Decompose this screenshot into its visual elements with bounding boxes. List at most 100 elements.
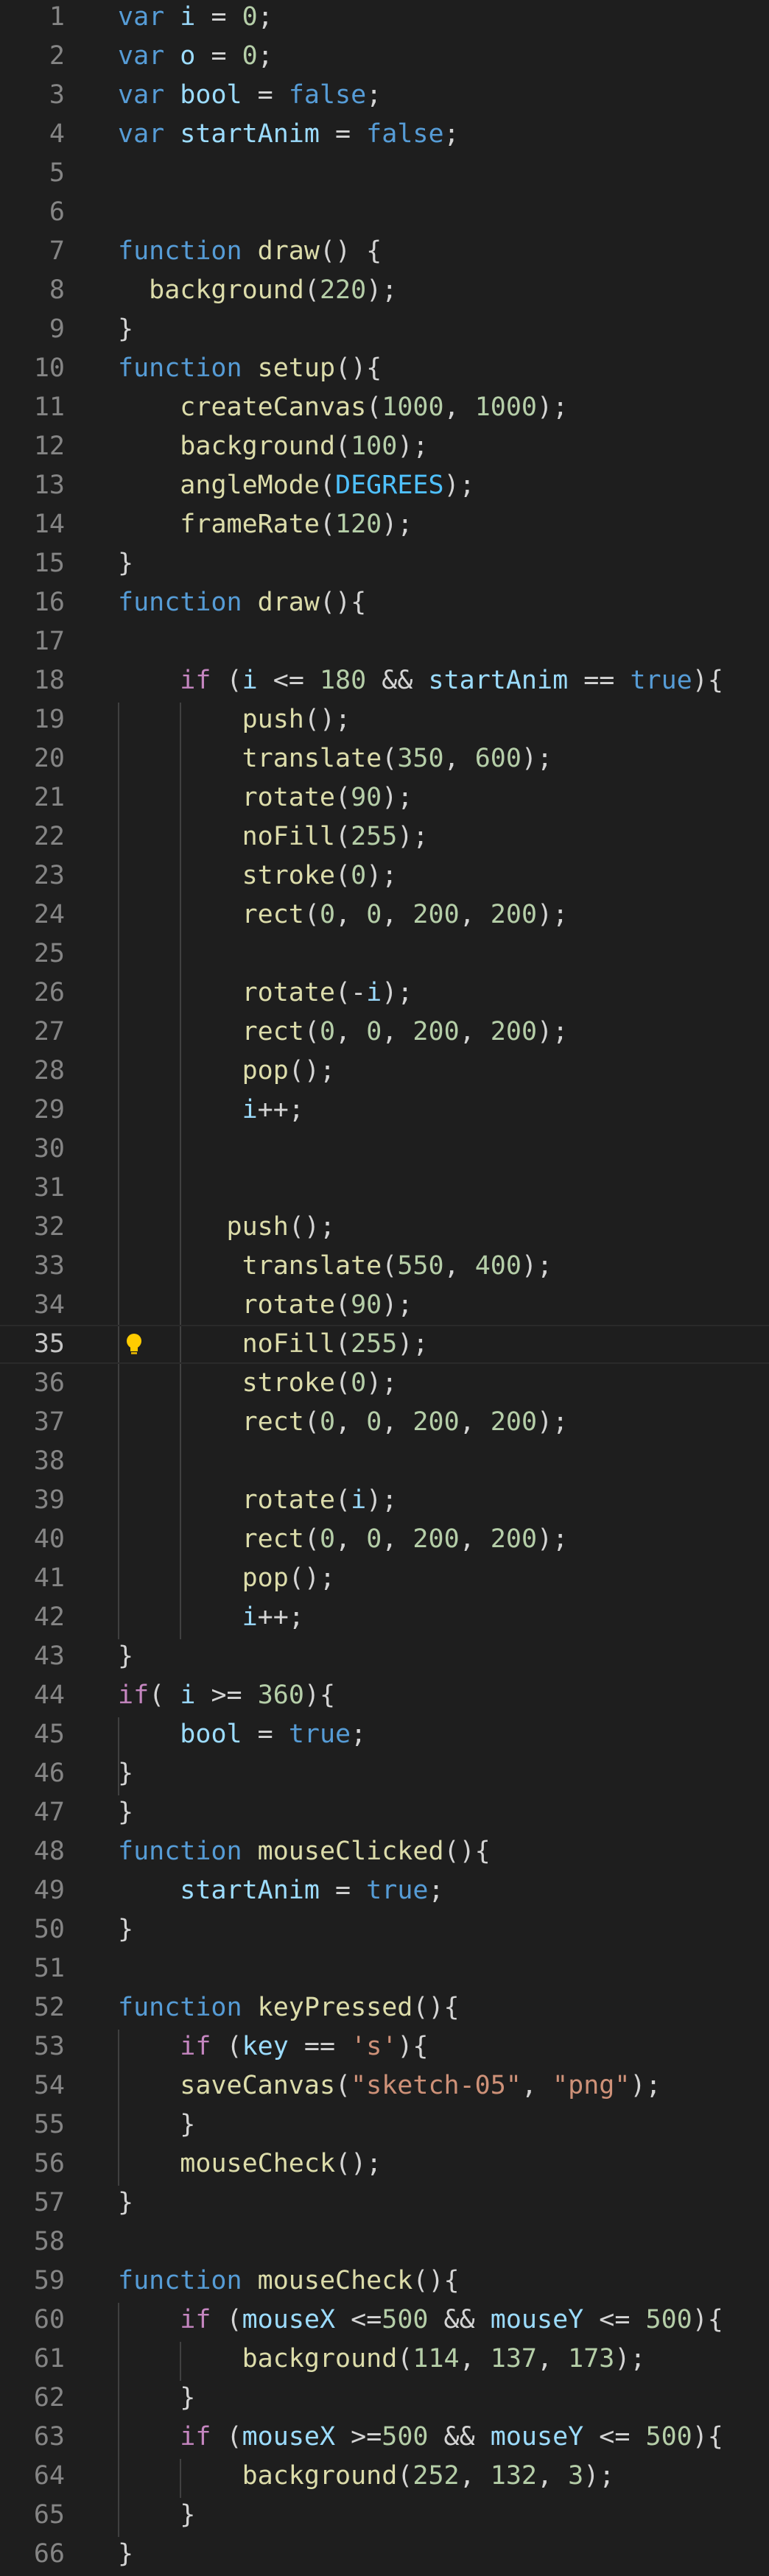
code-line[interactable]: 55 } bbox=[0, 2105, 769, 2144]
code-line[interactable]: 6 bbox=[0, 193, 769, 232]
code-token: } bbox=[118, 2188, 134, 2217]
line-number: 50 bbox=[33, 1915, 65, 1944]
code-token: (){ bbox=[443, 1837, 491, 1866]
line-number: 61 bbox=[33, 2344, 65, 2373]
code-line[interactable]: 14 frameRate(120); bbox=[0, 505, 769, 544]
code-line[interactable]: 16 function draw(){ bbox=[0, 583, 769, 622]
code-text: noFill(255); bbox=[118, 817, 429, 856]
code-line[interactable]: 9} bbox=[0, 310, 769, 349]
code-line[interactable]: 7 function draw() { bbox=[0, 232, 769, 271]
code-token: <= bbox=[335, 2305, 382, 2334]
code-text: stroke(0); bbox=[118, 1364, 398, 1403]
code-line[interactable]: 52 function keyPressed(){ bbox=[0, 1988, 769, 2027]
code-token: angleMode bbox=[180, 471, 320, 500]
code-token: keyPressed bbox=[257, 1993, 413, 2022]
code-line[interactable]: 34 rotate(90); bbox=[0, 1286, 769, 1325]
code-line[interactable]: 4 var startAnim = false; bbox=[0, 115, 769, 154]
code-line[interactable]: 8 background(220); bbox=[0, 271, 769, 310]
code-token: } bbox=[118, 1759, 134, 1788]
code-line[interactable]: 49 startAnim = true; bbox=[0, 1871, 769, 1910]
code-token: startAnim bbox=[428, 666, 569, 695]
code-line[interactable]: 61 background(114, 137, 173); bbox=[0, 2340, 769, 2379]
code-line[interactable]: 48 function mouseClicked(){ bbox=[0, 1832, 769, 1871]
code-line[interactable]: 32 push(); bbox=[0, 1208, 769, 1247]
code-token: ( bbox=[211, 2422, 242, 2452]
code-line[interactable]: 59 function mouseCheck(){ bbox=[0, 2262, 769, 2301]
code-line[interactable]: 45 bool = true; bbox=[0, 1715, 769, 1754]
code-token: 0 bbox=[319, 900, 336, 929]
code-token: background bbox=[149, 275, 304, 305]
line-number: 9 bbox=[49, 314, 65, 344]
code-line[interactable]: 39 rotate(i); bbox=[0, 1481, 769, 1520]
code-line[interactable]: 13 angleMode(DEGREES); bbox=[0, 466, 769, 505]
code-line[interactable]: 62 } bbox=[0, 2379, 769, 2418]
lightbulb-icon[interactable] bbox=[122, 1332, 146, 1357]
code-line[interactable]: 47} bbox=[0, 1793, 769, 1832]
code-line[interactable]: 65 } bbox=[0, 2496, 769, 2535]
code-token: mouseY bbox=[490, 2305, 584, 2334]
code-line[interactable]: 63 if (mouseX >=500 && mouseY <= 500){ bbox=[0, 2418, 769, 2457]
code-token: 1000 bbox=[474, 393, 537, 422]
code-line[interactable]: 44 if( i >= 360){ bbox=[0, 1676, 769, 1715]
code-line[interactable]: 37 rect(0, 0, 200, 200); bbox=[0, 1403, 769, 1442]
code-line[interactable]: 24 rect(0, 0, 200, 200); bbox=[0, 895, 769, 935]
code-line[interactable]: 17 bbox=[0, 622, 769, 661]
code-line[interactable]: 53 if (key == 's'){ bbox=[0, 2027, 769, 2066]
code-line[interactable]: 26 rotate(-i); bbox=[0, 974, 769, 1013]
code-line[interactable]: 25 bbox=[0, 935, 769, 974]
code-line[interactable]: 5 bbox=[0, 154, 769, 193]
line-number: 16 bbox=[33, 588, 65, 617]
code-line[interactable]: 66} bbox=[0, 2535, 769, 2574]
code-line[interactable]: 31 bbox=[0, 1169, 769, 1208]
code-line[interactable]: 22 noFill(255); bbox=[0, 817, 769, 856]
code-line[interactable]: 60 if (mouseX <=500 && mouseY <= 500){ bbox=[0, 2301, 769, 2340]
code-editor[interactable]: 1 var i = 0; 2 var o = 0; 3 var bool = false;… bbox=[0, 0, 769, 2576]
code-line[interactable]: 38 bbox=[0, 1442, 769, 1481]
code-line[interactable]: 15} bbox=[0, 544, 769, 583]
code-text: rotate(-i); bbox=[118, 974, 413, 1013]
code-line[interactable]: 64 background(252, 132, 3); bbox=[0, 2457, 769, 2496]
code-line[interactable]: 56 mouseCheck(); bbox=[0, 2144, 769, 2183]
code-line[interactable]: 23 stroke(0); bbox=[0, 856, 769, 895]
code-token: ); bbox=[583, 2461, 615, 2491]
code-line[interactable]: 42 i++; bbox=[0, 1598, 769, 1637]
code-token: ( bbox=[303, 900, 320, 929]
code-line[interactable]: 41 pop(); bbox=[0, 1559, 769, 1598]
code-line[interactable]: 3 var bool = false; bbox=[0, 76, 769, 115]
code-line[interactable]: 11 createCanvas(1000, 1000); bbox=[0, 388, 769, 427]
code-line[interactable]: 51 bbox=[0, 1949, 769, 1988]
code-line[interactable]: 30 bbox=[0, 1130, 769, 1169]
code-line[interactable]: 36 stroke(0); bbox=[0, 1364, 769, 1403]
code-line[interactable]: 54 saveCanvas("sketch-05", "png"); bbox=[0, 2066, 769, 2105]
code-line[interactable]: 35 noFill(255); bbox=[0, 1325, 769, 1364]
code-token: = bbox=[195, 41, 242, 71]
code-line[interactable]: 12 background(100); bbox=[0, 427, 769, 466]
code-line[interactable]: 46} bbox=[0, 1754, 769, 1793]
code-line[interactable]: 10 function setup(){ bbox=[0, 349, 769, 388]
code-token: mouseX bbox=[242, 2305, 336, 2334]
line-number: 31 bbox=[33, 1173, 65, 1203]
code-line[interactable]: 28 pop(); bbox=[0, 1052, 769, 1091]
code-line[interactable]: 50} bbox=[0, 1910, 769, 1949]
code-line[interactable]: 2 var o = 0; bbox=[0, 37, 769, 76]
code-line[interactable]: 58 bbox=[0, 2223, 769, 2262]
code-line[interactable]: 33 translate(550, 400); bbox=[0, 1247, 769, 1286]
line-number: 22 bbox=[33, 822, 65, 851]
code-token: 120 bbox=[335, 510, 382, 539]
code-line[interactable]: 40 rect(0, 0, 200, 200); bbox=[0, 1520, 769, 1559]
code-token: pop bbox=[242, 1056, 289, 1085]
code-line[interactable]: 18 if (i <= 180 && startAnim == true){ bbox=[0, 661, 769, 700]
code-line[interactable]: 1 var i = 0; bbox=[0, 0, 769, 37]
code-line[interactable]: 27 rect(0, 0, 200, 200); bbox=[0, 1013, 769, 1052]
code-line[interactable]: 57} bbox=[0, 2183, 769, 2223]
code-line[interactable]: 21 rotate(90); bbox=[0, 778, 769, 817]
code-line[interactable]: 29 i++; bbox=[0, 1091, 769, 1130]
code-line[interactable]: 19 push(); bbox=[0, 700, 769, 739]
code-text: mouseCheck(); bbox=[118, 2144, 382, 2183]
code-token: background bbox=[180, 432, 336, 461]
code-line[interactable]: 20 translate(350, 600); bbox=[0, 739, 769, 778]
code-line[interactable]: 43} bbox=[0, 1637, 769, 1676]
